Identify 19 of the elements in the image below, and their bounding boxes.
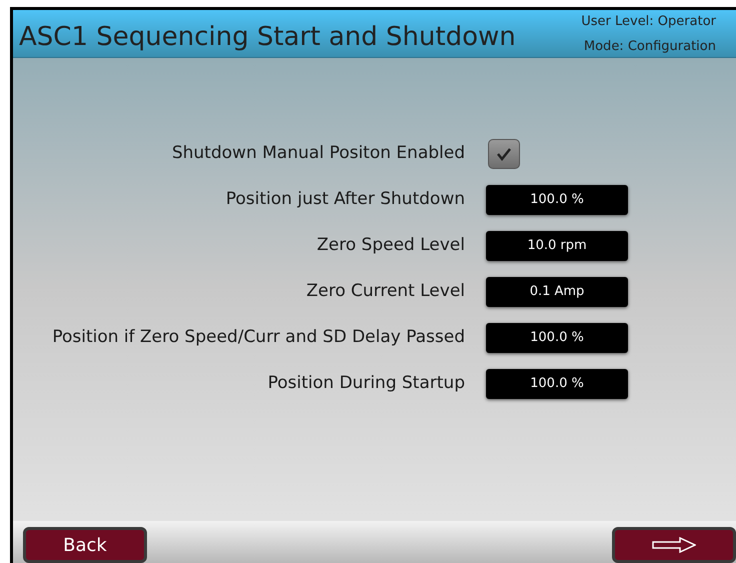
value-field[interactable]: 100.0 % [486, 323, 628, 353]
mode-text: Mode: Configuration [584, 38, 716, 56]
user-level-text: User Level: Operator [581, 13, 716, 31]
setting-label: Position During Startup [266, 372, 465, 396]
back-button[interactable]: Back [23, 527, 147, 563]
setting-label: Position if Zero Speed/Curr and SD Delay Passed [51, 326, 465, 350]
page-title: ASC1 Sequencing Start and Shutdown [19, 21, 516, 54]
value-field[interactable]: 100.0 % [486, 369, 628, 399]
checkbox[interactable] [488, 139, 520, 169]
setting-label: Shutdown Manual Positon Enabled [170, 142, 465, 166]
value-field[interactable]: 100.0 % [486, 185, 628, 215]
setting-label: Position just After Shutdown [224, 188, 465, 212]
value-field[interactable]: 0.1 Amp [486, 277, 628, 307]
right-arrow-icon [652, 537, 696, 553]
setting-label: Zero Speed Level [316, 234, 465, 258]
value-field[interactable]: 10.0 rpm [486, 231, 628, 261]
setting-label: Zero Current Level [305, 280, 465, 304]
checkmark-icon [496, 147, 512, 161]
next-button[interactable] [612, 527, 736, 563]
